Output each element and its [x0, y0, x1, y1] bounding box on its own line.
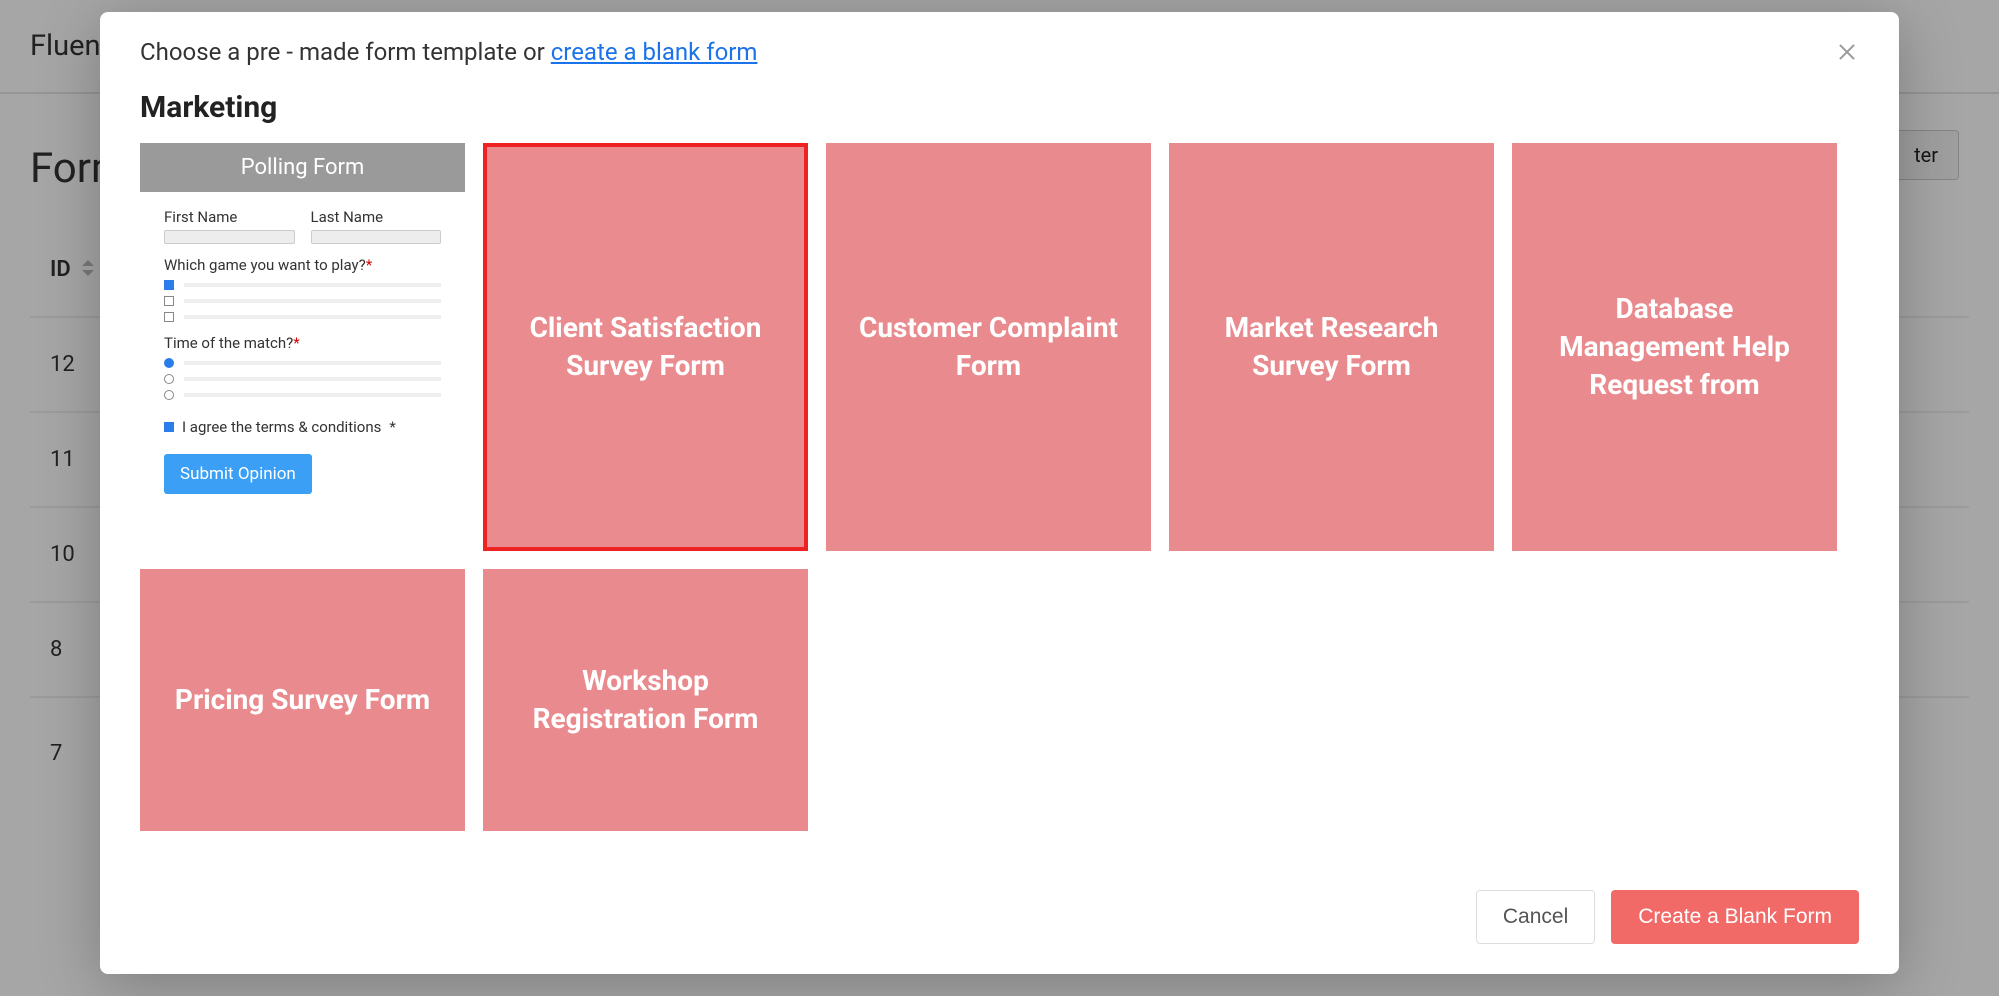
preview-terms: I agree the terms & conditions*	[164, 418, 441, 436]
template-pricing-survey[interactable]: Pricing Survey Form	[140, 569, 465, 831]
template-polling-form[interactable]: Polling Form First Name Last Name Wh	[140, 143, 465, 551]
checkbox-icon	[164, 296, 174, 306]
preview-title: Polling Form	[140, 143, 465, 192]
radio-icon	[164, 374, 174, 384]
template-modal: Choose a pre - made form template or cre…	[100, 12, 1899, 974]
preview-submit-button: Submit Opinion	[164, 454, 312, 494]
modal-footer: Cancel Create a Blank Form	[100, 868, 1899, 974]
preview-lastname-input	[311, 230, 442, 244]
template-client-satisfaction[interactable]: Client Satisfaction Survey Form	[483, 143, 808, 551]
template-customer-complaint[interactable]: Customer Complaint Form	[826, 143, 1151, 551]
preview-firstname-label: First Name	[164, 208, 295, 226]
preview-lastname-label: Last Name	[311, 208, 442, 226]
template-database-management[interactable]: Database Management Help Request from	[1512, 143, 1837, 551]
radio-icon	[164, 390, 174, 400]
radio-icon	[164, 358, 174, 368]
modal-body: Marketing Polling Form First Name Last N…	[100, 80, 1899, 868]
preview-firstname-input	[164, 230, 295, 244]
preview-question-1: Which game you want to play?*	[164, 256, 441, 274]
preview-body: First Name Last Name Which game you want…	[140, 192, 465, 551]
modal-header: Choose a pre - made form template or cre…	[100, 12, 1899, 80]
checkbox-icon	[164, 280, 174, 290]
cancel-button[interactable]: Cancel	[1476, 890, 1595, 944]
preview-question-2: Time of the match?*	[164, 334, 441, 352]
create-blank-button[interactable]: Create a Blank Form	[1611, 890, 1859, 944]
modal-header-text: Choose a pre - made form template or cre…	[140, 38, 757, 66]
modal-header-prefix: Choose a pre - made form template or	[140, 38, 551, 66]
checkbox-icon	[164, 312, 174, 322]
create-blank-link[interactable]: create a blank form	[551, 38, 758, 66]
checkbox-icon	[164, 422, 174, 432]
close-icon[interactable]	[1835, 40, 1859, 64]
section-title: Marketing	[140, 90, 1859, 125]
template-workshop-registration[interactable]: Workshop Registration Form	[483, 569, 808, 831]
template-grid: Polling Form First Name Last Name Wh	[140, 143, 1859, 831]
template-market-research[interactable]: Market Research Survey Form	[1169, 143, 1494, 551]
